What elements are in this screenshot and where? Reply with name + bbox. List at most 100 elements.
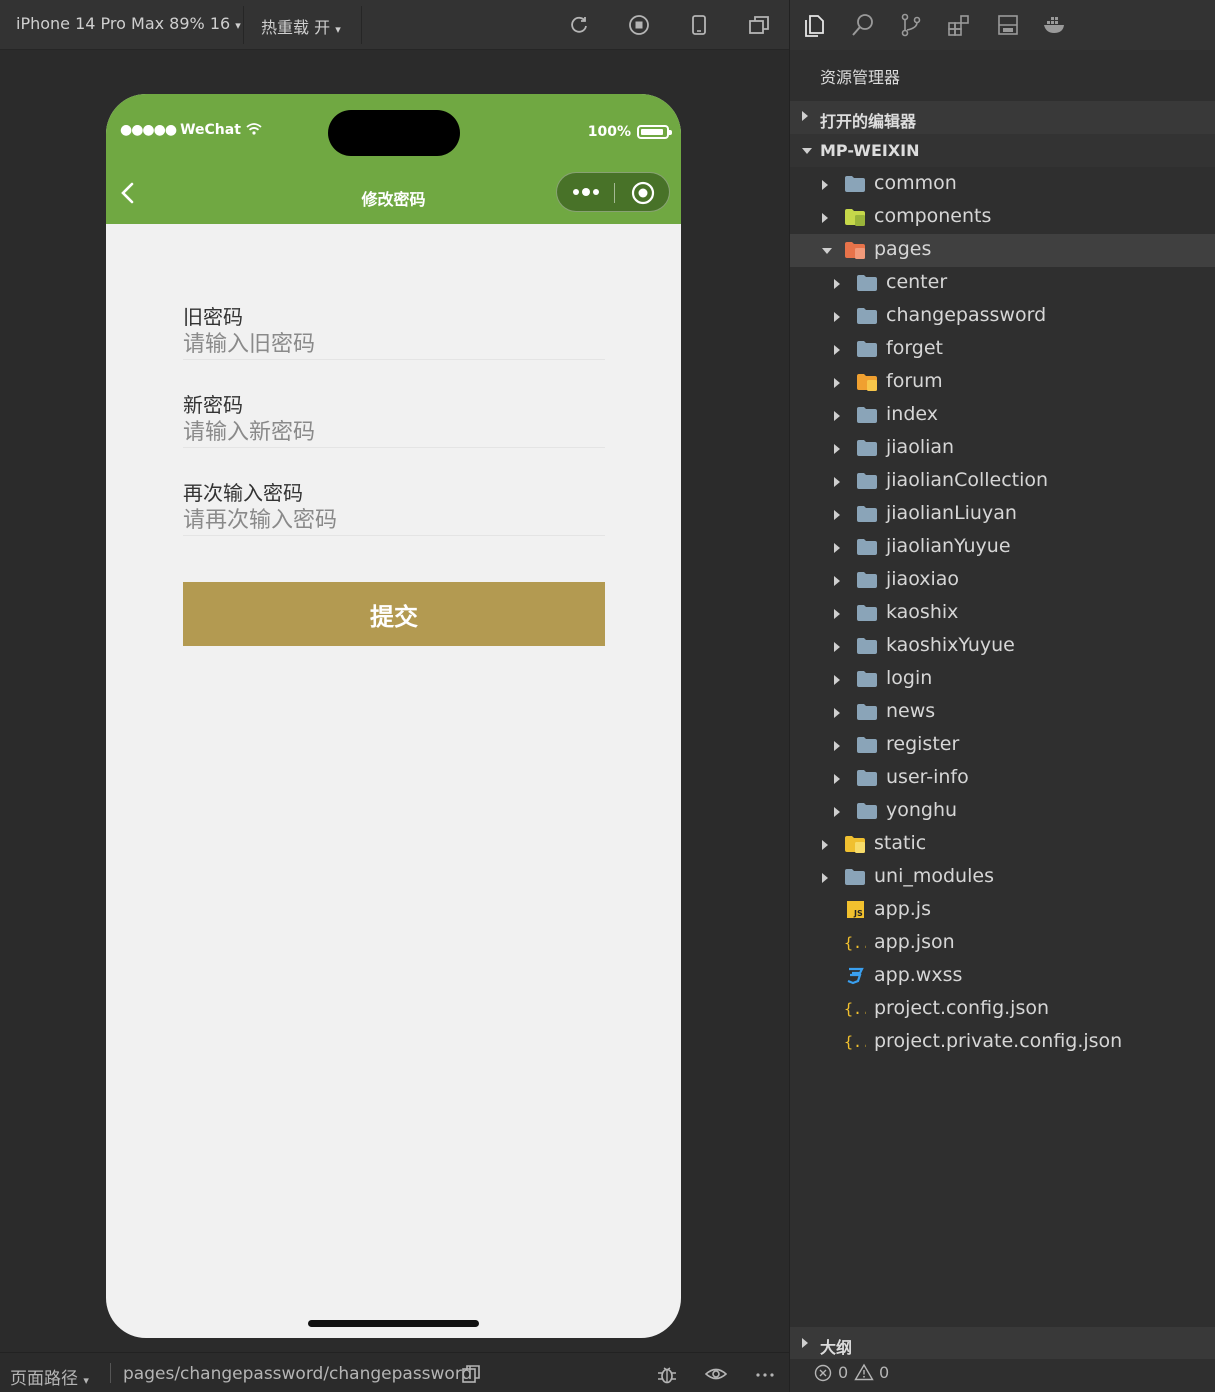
open-editors-section[interactable]: 打开的编辑器 xyxy=(790,101,1215,134)
layout-icon[interactable] xyxy=(995,12,1021,38)
components-folder[interactable]: components xyxy=(790,201,1215,234)
home-indicator xyxy=(308,1320,479,1327)
file-app-wxss[interactable]: app.wxss xyxy=(790,960,1215,993)
file-app-js[interactable]: JS app.js xyxy=(790,894,1215,927)
tree-item-label: jiaolianYuyue xyxy=(886,535,1011,557)
pages-folder[interactable]: pages xyxy=(790,234,1215,267)
project-section[interactable]: MP-WEIXIN xyxy=(790,134,1215,167)
simulator-toolbar: iPhone 14 Pro Max 89% 16 ▾ 热重载 开 ▾ xyxy=(0,0,789,50)
folder-center[interactable]: center xyxy=(790,267,1215,300)
tree-item-label: uni_modules xyxy=(874,865,994,887)
folder-jiaolianYuyue[interactable]: jiaolianYuyue xyxy=(790,531,1215,564)
static-folder[interactable]: static xyxy=(790,828,1215,861)
copy-icon[interactable] xyxy=(460,1363,482,1385)
chevron-right-icon xyxy=(834,411,840,421)
svg-text:{..}: {..} xyxy=(844,1000,866,1018)
submit-button[interactable]: 提交 xyxy=(183,582,605,646)
tree-item-label: jiaolianCollection xyxy=(886,469,1049,491)
chevron-right-icon xyxy=(834,279,840,289)
chevron-down-icon: ▾ xyxy=(83,1374,89,1387)
tree-item-label: index xyxy=(886,403,938,425)
refresh-icon[interactable] xyxy=(568,14,590,36)
folder-index[interactable]: index xyxy=(790,399,1215,432)
capsule-menu xyxy=(556,172,670,212)
eye-icon[interactable] xyxy=(705,1363,727,1385)
folder-kaoshix[interactable]: kaoshix xyxy=(790,597,1215,630)
tree-item-label: project.config.json xyxy=(874,997,1050,1019)
confirm-password-input[interactable] xyxy=(183,506,605,536)
file-project-private-config-json[interactable]: {..} project.private.config.json xyxy=(790,1026,1215,1059)
folder-jiaolianCollection[interactable]: jiaolianCollection xyxy=(790,465,1215,498)
more-icon[interactable] xyxy=(754,1363,776,1385)
tree-item-label: static xyxy=(874,832,927,854)
source-control-icon[interactable] xyxy=(898,12,924,38)
folder-forget[interactable]: forget xyxy=(790,333,1215,366)
folder-user-info[interactable]: user-info xyxy=(790,762,1215,795)
close-miniprogram-icon[interactable] xyxy=(631,181,655,205)
new-password-input[interactable] xyxy=(183,418,605,448)
folder-jiaoxiao[interactable]: jiaoxiao xyxy=(790,564,1215,597)
outline-section[interactable]: 大纲 xyxy=(790,1327,1215,1359)
problems-status[interactable]: 0 0 xyxy=(790,1360,1215,1392)
chevron-right-icon xyxy=(802,1338,808,1348)
hot-reload-toggle[interactable]: 热重载 开 ▾ xyxy=(261,14,341,38)
folder-icon xyxy=(856,273,878,293)
folder-register[interactable]: register xyxy=(790,729,1215,762)
tree-item-label: app.js xyxy=(874,898,931,920)
old-password-field: 旧密码 xyxy=(183,304,605,360)
extensions-icon[interactable] xyxy=(946,12,972,38)
search-icon[interactable] xyxy=(850,12,876,38)
battery-icon xyxy=(637,125,672,139)
device-selector[interactable]: iPhone 14 Pro Max 89% 16 ▾ xyxy=(16,14,241,33)
chevron-right-icon xyxy=(834,345,840,355)
common-folder[interactable]: common xyxy=(790,168,1215,201)
chevron-down-icon xyxy=(802,148,812,154)
folder-jiaolianLiuyan[interactable]: jiaolianLiuyan xyxy=(790,498,1215,531)
folder-icon xyxy=(856,471,878,491)
stop-icon[interactable] xyxy=(628,14,650,36)
page-path-selector[interactable]: 页面路径 ▾ xyxy=(10,1364,89,1389)
chevron-right-icon xyxy=(834,378,840,388)
chevron-right-icon xyxy=(834,477,840,487)
json-file-icon: {..} xyxy=(844,999,866,1019)
docker-icon[interactable] xyxy=(1042,12,1068,38)
files-icon[interactable] xyxy=(802,12,828,38)
tree-item-label: project.private.config.json xyxy=(874,1030,1123,1052)
phone-icon[interactable] xyxy=(688,14,710,36)
folder-icon xyxy=(856,438,878,458)
folder-news[interactable]: news xyxy=(790,696,1215,729)
error-icon xyxy=(814,1364,832,1382)
pages-folder-icon xyxy=(844,240,866,260)
uni-modules-folder[interactable]: uni_modules xyxy=(790,861,1215,894)
tree-item-label: app.json xyxy=(874,931,955,953)
bug-icon[interactable] xyxy=(656,1363,678,1385)
file-app-json[interactable]: {..} app.json xyxy=(790,927,1215,960)
folder-kaoshixYuyue[interactable]: kaoshixYuyue xyxy=(790,630,1215,663)
svg-text:{..}: {..} xyxy=(844,1033,866,1051)
folder-changepassword[interactable]: changepassword xyxy=(790,300,1215,333)
folder-jiaolian[interactable]: jiaolian xyxy=(790,432,1215,465)
folder-icon xyxy=(856,735,878,755)
chevron-right-icon xyxy=(834,576,840,586)
more-icon[interactable] xyxy=(569,181,603,203)
window-icon[interactable] xyxy=(748,14,770,36)
folder-icon xyxy=(856,504,878,524)
chevron-down-icon: ▾ xyxy=(235,19,241,32)
folder-yonghu[interactable]: yonghu xyxy=(790,795,1215,828)
error-count: 0 xyxy=(838,1363,849,1382)
tree-item-label: register xyxy=(886,733,960,755)
folder-icon xyxy=(856,306,878,326)
tree-item-label: forum xyxy=(886,370,943,392)
chevron-right-icon xyxy=(822,840,828,850)
chevron-right-icon xyxy=(834,741,840,751)
folder-login[interactable]: login xyxy=(790,663,1215,696)
new-password-field: 新密码 xyxy=(183,392,605,448)
file-project-config-json[interactable]: {..} project.config.json xyxy=(790,993,1215,1026)
folder-icon xyxy=(856,603,878,623)
old-password-input[interactable] xyxy=(183,330,605,360)
svg-text:{..}: {..} xyxy=(844,934,866,952)
folder-forum[interactable]: forum xyxy=(790,366,1215,399)
page-path-label: 页面路径 xyxy=(10,1369,78,1389)
old-password-label: 旧密码 xyxy=(183,305,243,329)
open-editors-label: 打开的编辑器 xyxy=(820,112,917,131)
